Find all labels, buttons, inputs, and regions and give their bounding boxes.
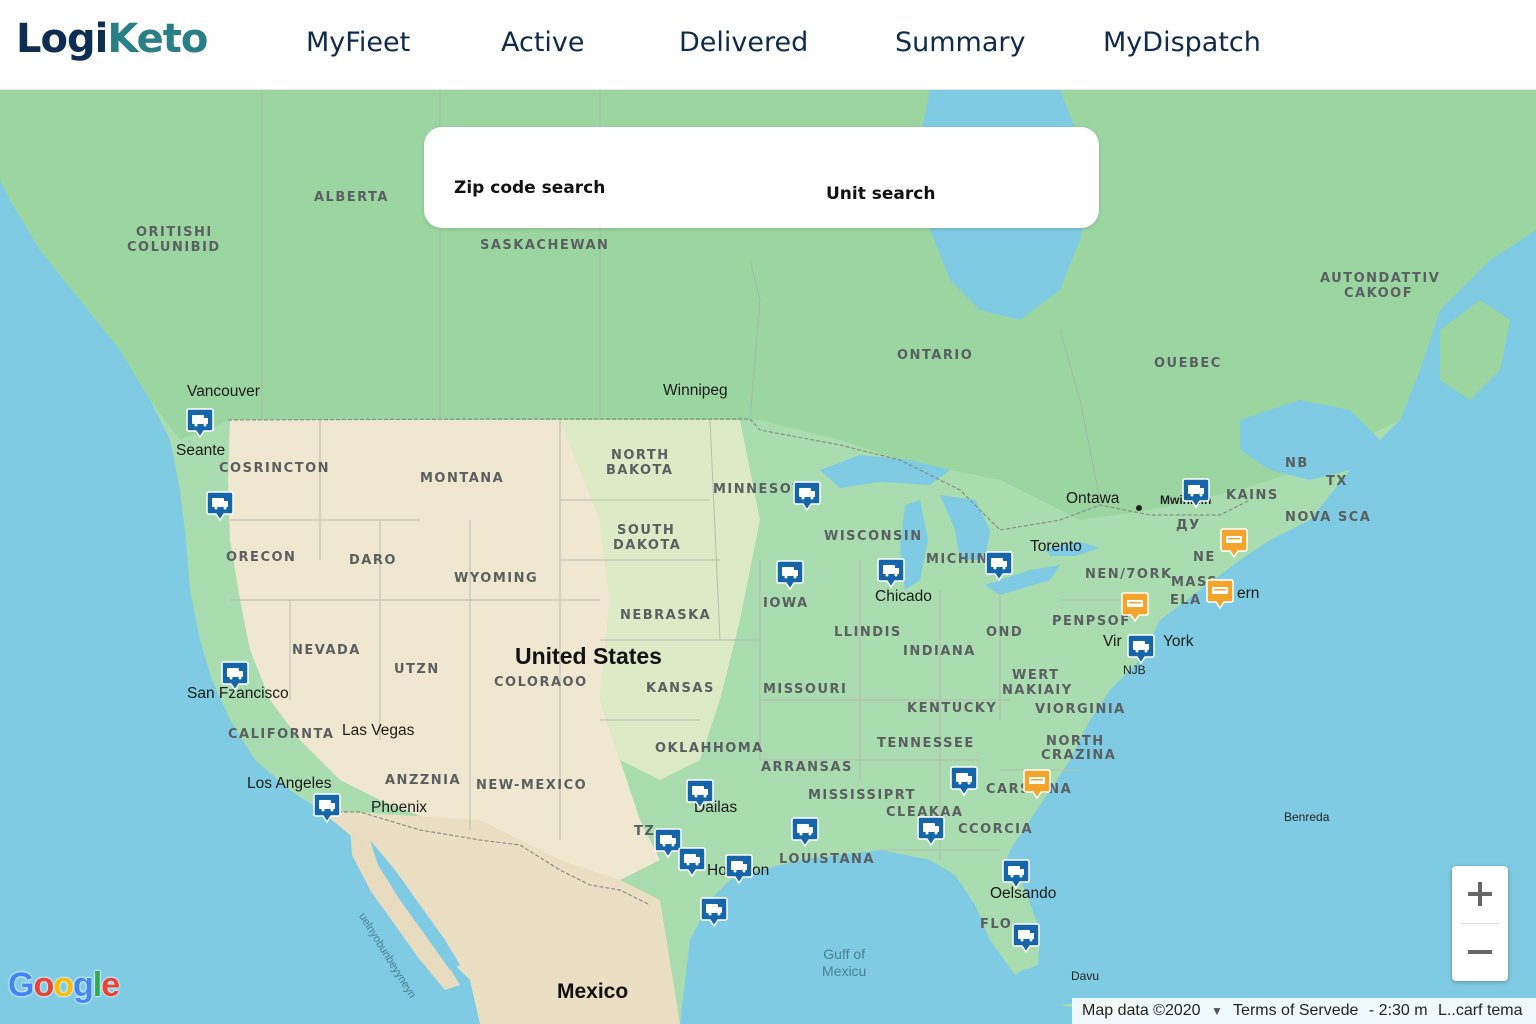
nav-mydispatch[interactable]: MyDispatch	[1103, 27, 1261, 58]
truck-icon	[985, 551, 1013, 582]
zoom-control	[1452, 866, 1508, 981]
zoom-out-button[interactable]	[1452, 924, 1508, 981]
google-letter-g: G	[8, 966, 34, 1004]
google-letter-o2: o	[53, 966, 74, 1004]
truck-icon	[1127, 634, 1155, 665]
vehicle-marker-minneapolis[interactable]	[793, 480, 821, 512]
nav-summary[interactable]: Summary	[895, 27, 1025, 58]
vehicle-marker-new-york[interactable]	[1127, 633, 1155, 665]
google-letter-e: e	[101, 966, 120, 1004]
vehicle-marker-boston[interactable]	[1206, 578, 1234, 610]
terms-link[interactable]: Terms of Servede	[1233, 1002, 1358, 1019]
report-link[interactable]: L..carf tema	[1438, 1002, 1522, 1019]
google-letter-g2: g	[73, 966, 94, 1004]
map-basemap	[0, 90, 1536, 1024]
vehicle-marker-los-angeles[interactable]	[313, 792, 341, 824]
truck-icon	[1023, 769, 1051, 800]
vehicle-marker-dallas[interactable]	[686, 778, 714, 810]
fleet-map[interactable]: ALBERTA ORITISHI COLUNIBID SASKACHEWAN O…	[0, 90, 1536, 1024]
truck-icon	[1220, 528, 1248, 559]
logo-part-logi: Logi	[16, 16, 108, 62]
nav-myfleet[interactable]: MyFieet	[306, 27, 410, 58]
vehicle-marker-miami[interactable]	[1012, 922, 1040, 954]
truck-icon	[313, 793, 341, 824]
vehicle-marker-pennsylvania[interactable]	[1121, 591, 1149, 623]
top-navigation-bar: LogiKeto MyFieet Active Delivered Summar…	[0, 0, 1536, 90]
plus-icon	[1468, 882, 1492, 906]
truck-icon	[221, 661, 249, 692]
truck-icon	[700, 897, 728, 928]
logo-part-keto: Keto	[107, 16, 208, 62]
truck-icon	[877, 558, 905, 589]
app-logo[interactable]: LogiKeto	[16, 16, 208, 62]
vehicle-marker-atlanta[interactable]	[950, 765, 978, 797]
vehicle-marker-san-francisco[interactable]	[221, 660, 249, 692]
truck-icon	[1002, 859, 1030, 890]
google-logo: Google	[8, 966, 120, 1005]
nav-delivered[interactable]: Delivered	[679, 27, 808, 58]
scale-text: - 2:30 m	[1368, 1002, 1428, 1019]
unit-search-label: Unit search	[826, 184, 936, 204]
vehicle-marker-montreal[interactable]	[1182, 477, 1210, 509]
truck-icon	[950, 766, 978, 797]
truck-icon	[793, 481, 821, 512]
truck-icon	[1182, 478, 1210, 509]
truck-icon	[186, 408, 214, 439]
truck-icon	[1206, 579, 1234, 610]
zoom-in-button[interactable]	[1452, 866, 1508, 923]
vehicle-marker-houston-3[interactable]	[725, 853, 753, 885]
truck-icon	[791, 817, 819, 848]
vehicle-marker-orlando[interactable]	[1002, 858, 1030, 890]
vehicle-marker-maine[interactable]	[1220, 527, 1248, 559]
truck-icon	[917, 816, 945, 847]
minus-icon	[1468, 950, 1492, 954]
vehicle-marker-houston-2[interactable]	[678, 846, 706, 878]
truck-icon	[776, 560, 804, 591]
vehicle-marker-detroit[interactable]	[985, 550, 1013, 582]
truck-icon	[678, 847, 706, 878]
vehicle-marker-corpus-christi[interactable]	[700, 896, 728, 928]
unit-search-input[interactable]	[826, 149, 1076, 175]
google-letter-o1: o	[33, 966, 54, 1004]
truck-icon	[686, 779, 714, 810]
truck-icon	[206, 491, 234, 522]
vehicle-marker-carolina[interactable]	[1023, 768, 1051, 800]
truck-icon	[1121, 592, 1149, 623]
zip-code-search-label: Zip code search	[454, 178, 606, 198]
vehicle-marker-portland[interactable]	[206, 490, 234, 522]
map-attribution-bar: Map data ©2020 ▼ Terms of Servede - 2:30…	[1072, 998, 1536, 1024]
vehicle-marker-georgia[interactable]	[917, 815, 945, 847]
vehicle-marker-seattle[interactable]	[186, 407, 214, 439]
keyboard-icon: ▼	[1211, 1004, 1223, 1018]
vehicle-marker-iowa[interactable]	[776, 559, 804, 591]
truck-icon	[1012, 923, 1040, 954]
google-letter-l: l	[92, 966, 103, 1004]
truck-icon	[725, 854, 753, 885]
zip-code-search-input[interactable]	[454, 149, 784, 175]
nav-active[interactable]: Active	[501, 27, 585, 58]
map-data-text: Map data ©2020	[1082, 1002, 1201, 1019]
search-panel: Zip code search Unit search	[424, 127, 1099, 228]
vehicle-marker-louisiana[interactable]	[791, 816, 819, 848]
vehicle-marker-chicago[interactable]	[877, 557, 905, 589]
